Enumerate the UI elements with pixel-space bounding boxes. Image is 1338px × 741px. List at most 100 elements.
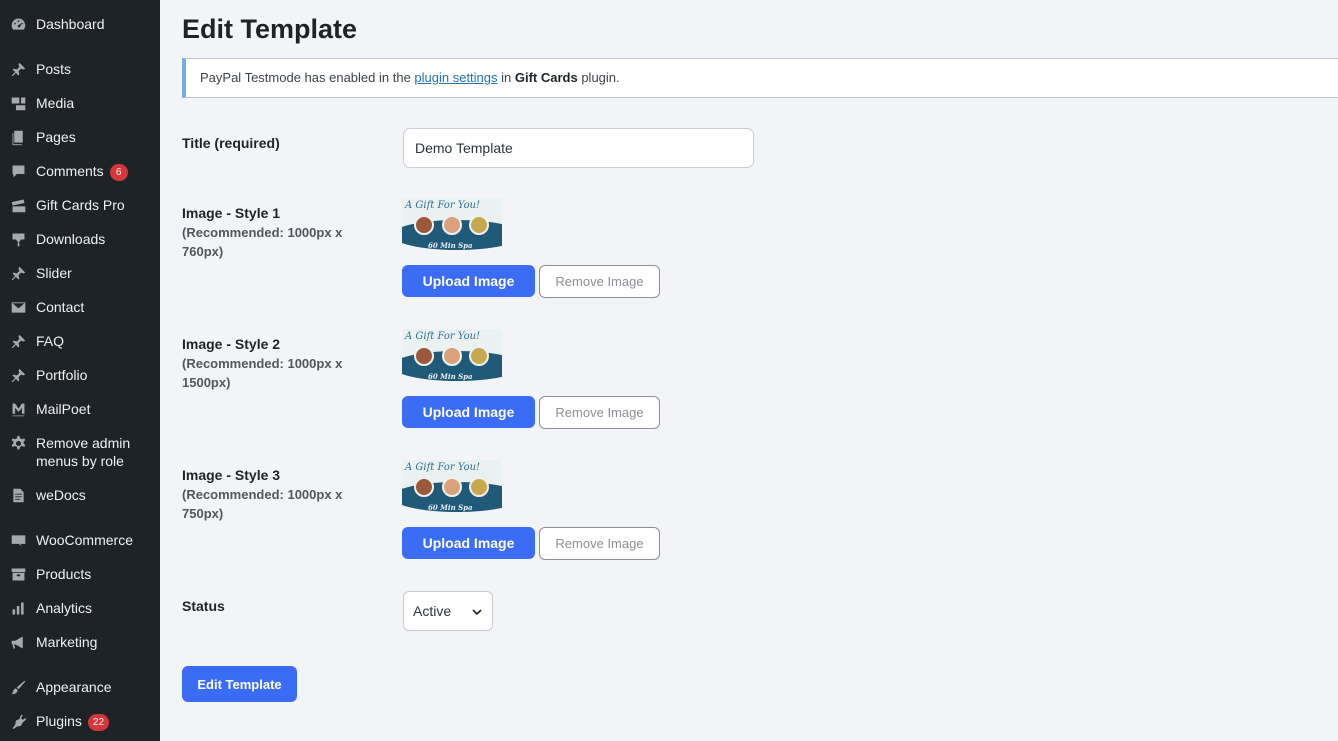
gear-icon [8, 434, 28, 452]
image-style-3-preview: A Gift For You! 60 Min Spa [402, 460, 502, 523]
upload-image-style-2-button[interactable]: Upload Image [402, 396, 535, 428]
sidebar-item-label: Gift Cards Pro [36, 197, 125, 213]
sidebar-item-label: Posts [36, 61, 72, 77]
plugin-icon [8, 712, 28, 730]
image-style-1-label: Image - Style 1 [182, 205, 281, 221]
sidebar-item-label: Pages [36, 129, 76, 145]
sidebar-item-gift-cards-pro[interactable]: Gift Cards Pro [0, 196, 160, 214]
image-style-1-recommendation: (Recommended: 1000px x 760px) [182, 225, 343, 259]
sidebar-item-products[interactable]: Products [0, 565, 160, 583]
sidebar-item-slider[interactable]: Slider [0, 264, 160, 282]
title-input[interactable] [403, 128, 754, 168]
comment-icon [8, 162, 28, 180]
sidebar-item-posts[interactable]: Posts [0, 60, 160, 78]
edit-template-submit-button[interactable]: Edit Template [182, 666, 297, 702]
plugins-update-badge: 22 [87, 713, 110, 731]
sidebar-item-label: Dashboard [36, 16, 105, 32]
sidebar-item-faq[interactable]: FAQ [0, 332, 160, 350]
sidebar-item-label: Analytics [36, 600, 93, 616]
pin-icon [8, 264, 28, 282]
sidebar-item-label: Remove admin menus by role [36, 435, 131, 469]
sidebar-item-remove-admin-menus[interactable]: Remove admin menus by role [0, 434, 160, 470]
image-style-1-label-block: Image - Style 1 (Recommended: 1000px x 7… [182, 205, 362, 261]
sidebar-item-label: MailPoet [36, 401, 91, 417]
sidebar-item-media[interactable]: Media [0, 94, 160, 112]
megaphone-icon [8, 633, 28, 651]
main-content: Edit Template PayPal Testmode has enable… [160, 0, 1338, 741]
image-style-2-recommendation: (Recommended: 1000px x 1500px) [182, 356, 343, 390]
pin-icon [8, 366, 28, 384]
image-style-1-preview: A Gift For You! 60 Min Spa [402, 198, 502, 261]
sidebar-item-label: Products [36, 566, 92, 582]
notice-plugin-name: Gift Cards [514, 70, 578, 85]
sidebar-item-plugins[interactable]: Plugins 22 [0, 712, 160, 731]
admin-sidebar: Dashboard Posts Media Pages Comments 6 Gi… [0, 0, 160, 741]
sidebar-item-label: Comments [36, 163, 104, 179]
woocommerce-icon [8, 531, 28, 549]
paypal-testmode-notice: PayPal Testmode has enabled in the plugi… [182, 58, 1338, 98]
sidebar-item-appearance[interactable]: Appearance [0, 678, 160, 696]
dashboard-icon [8, 15, 28, 33]
mail-icon [8, 298, 28, 316]
sidebar-item-label: weDocs [36, 487, 86, 503]
sidebar-item-contact[interactable]: Contact [0, 298, 160, 316]
mailpoet-icon [8, 400, 28, 418]
thumb-caption: 60 Min Spa [428, 372, 473, 381]
thumb-caption: 60 Min Spa [428, 503, 473, 512]
image-style-3-recommendation: (Recommended: 1000px x 750px) [182, 487, 343, 521]
sidebar-item-portfolio[interactable]: Portfolio [0, 366, 160, 384]
image-style-3-label: Image - Style 3 [182, 467, 281, 483]
comments-count-badge: 6 [109, 163, 128, 181]
thumb-script-text: A Gift For You! [405, 200, 481, 211]
sidebar-item-label: Media [36, 95, 75, 111]
sidebar-item-label: FAQ [36, 333, 65, 349]
sidebar-item-wedocs[interactable]: weDocs [0, 486, 160, 504]
sidebar-item-label: WooCommerce [36, 532, 133, 548]
notice-text: PayPal Testmode has enabled in the [200, 70, 415, 85]
sidebar-item-label: Downloads [36, 231, 106, 247]
sidebar-item-dashboard[interactable]: Dashboard [0, 15, 160, 33]
sidebar-item-label: Marketing [36, 634, 98, 650]
sidebar-item-comments[interactable]: Comments 6 [0, 162, 160, 181]
sidebar-item-label: Contact [36, 299, 85, 315]
sidebar-item-label: Plugins [36, 713, 82, 729]
image-style-2-label: Image - Style 2 [182, 336, 281, 352]
document-icon [8, 486, 28, 504]
thumb-script-text: A Gift For You! [405, 462, 481, 473]
chevron-down-icon [472, 609, 482, 616]
download-icon [8, 230, 28, 248]
status-selected-value: Active [413, 603, 452, 619]
remove-image-style-2-button[interactable]: Remove Image [539, 396, 660, 429]
pages-icon [8, 128, 28, 146]
thumb-caption: 60 Min Spa [428, 241, 473, 250]
media-icon [8, 94, 28, 112]
pin-icon [8, 332, 28, 350]
status-label: Status [182, 598, 225, 614]
remove-image-style-3-button[interactable]: Remove Image [539, 527, 660, 560]
upload-image-style-3-button[interactable]: Upload Image [402, 527, 535, 559]
sidebar-item-label: Slider [36, 265, 72, 281]
image-style-3-label-block: Image - Style 3 (Recommended: 1000px x 7… [182, 467, 362, 523]
sidebar-item-analytics[interactable]: Analytics [0, 599, 160, 617]
bar-chart-icon [8, 599, 28, 617]
sidebar-item-label: Portfolio [36, 367, 88, 383]
archive-icon [8, 565, 28, 583]
sidebar-item-pages[interactable]: Pages [0, 128, 160, 146]
brush-icon [8, 678, 28, 696]
status-select[interactable]: Active [403, 591, 493, 631]
sidebar-item-mailpoet[interactable]: MailPoet [0, 400, 160, 418]
image-style-2-preview: A Gift For You! 60 Min Spa [402, 329, 502, 392]
sidebar-item-marketing[interactable]: Marketing [0, 633, 160, 651]
sidebar-item-woocommerce[interactable]: WooCommerce [0, 531, 160, 549]
plugin-settings-link[interactable]: plugin settings [414, 70, 497, 85]
remove-image-style-1-button[interactable]: Remove Image [539, 265, 660, 298]
upload-image-style-1-button[interactable]: Upload Image [402, 265, 535, 297]
gift-cards-icon [8, 196, 28, 214]
page-title: Edit Template [182, 14, 358, 44]
image-style-2-label-block: Image - Style 2 (Recommended: 1000px x 1… [182, 336, 362, 392]
notice-text: in [497, 70, 515, 85]
pin-icon [8, 60, 28, 78]
sidebar-item-downloads[interactable]: Downloads [0, 230, 160, 248]
notice-text: plugin. [577, 70, 620, 85]
sidebar-item-label: Appearance [36, 679, 112, 695]
